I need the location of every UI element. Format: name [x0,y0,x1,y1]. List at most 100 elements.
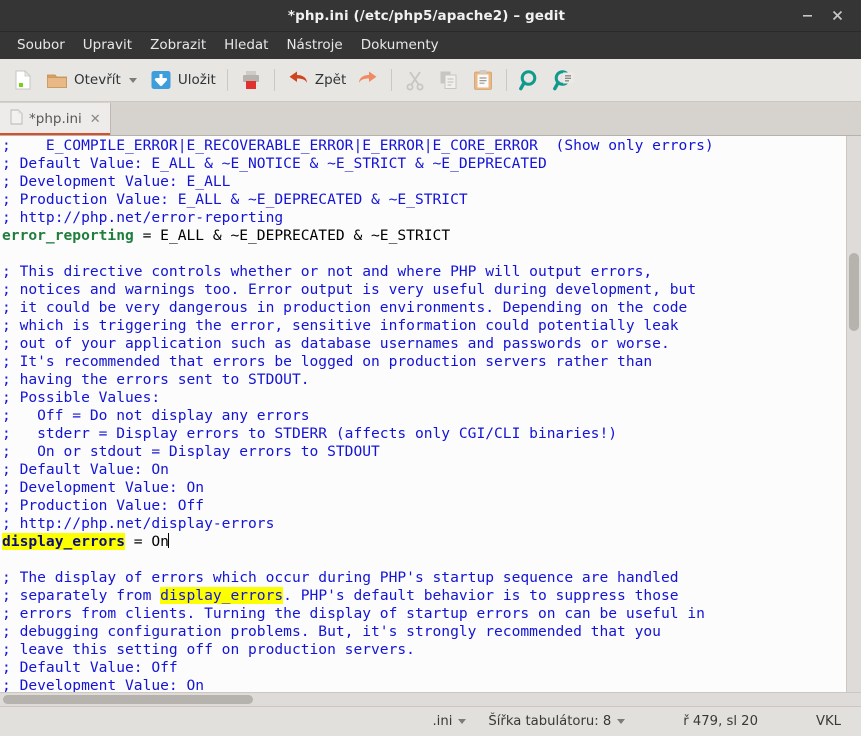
window-title: *php.ini (/etc/php5/apache2) – gedit [0,8,793,24]
save-button-label: Uložit [178,72,216,88]
redo-button[interactable] [351,64,385,96]
highlighted-text: display_errors [2,533,125,550]
code-line: ; On or stdout = Display errors to STDOU… [2,443,846,461]
toolbar-separator-3 [391,69,392,91]
code-text: ; Off = Do not display any errors [2,407,310,424]
gedit-window: *php.ini (/etc/php5/apache2) – gedit Sou… [0,0,861,736]
menu-hledat[interactable]: Hledat [215,34,277,57]
code-text: ; The display of errors which occur duri… [2,569,679,586]
code-line: ; leave this setting off on production s… [2,641,846,659]
code-line: ; it could be very dangerous in producti… [2,299,846,317]
code-line: ; which is triggering the error, sensiti… [2,317,846,335]
highlighted-text: display_errors [160,587,283,604]
open-button-label: Otevřít [74,72,121,88]
chevron-down-icon[interactable] [458,719,466,724]
new-document-button[interactable] [6,64,40,96]
tab-php-ini[interactable]: *php.ini ✕ [0,103,111,135]
chevron-down-icon[interactable] [129,78,137,83]
code-text: ; Default Value: Off [2,659,178,676]
code-line: ; It's recommended that errors be logged… [2,353,846,371]
horizontal-scrollbar-thumb[interactable] [3,695,253,704]
save-icon [149,68,173,92]
code-line [2,245,846,263]
code-text: ; having the errors sent to STDOUT. [2,371,310,388]
code-text: ; which is triggering the error, sensiti… [2,317,679,334]
print-button[interactable] [234,64,268,96]
cursor-position: ř 479, sl 20 [677,712,764,731]
copy-icon [437,68,461,92]
menu-upravit[interactable]: Upravit [74,34,141,57]
code-text: ; errors from clients. Turning the displ… [2,605,705,622]
code-text: ; Development Value: On [2,677,204,692]
tab-width-label: Šířka tabulátoru: 8 [488,714,611,729]
code-line [2,551,846,569]
tab-bar: *php.ini ✕ [0,102,861,136]
horizontal-scrollbar[interactable] [0,692,861,706]
code-line: error_reporting = E_ALL & ~E_DEPRECATED … [2,227,846,245]
menu-nastroje[interactable]: Nástroje [277,34,351,57]
tab-width-selector[interactable]: Šířka tabulátoru: 8 [482,712,631,731]
code-line: ; This directive controls whether or not… [2,263,846,281]
undo-arrow-icon [286,68,310,92]
code-text: ; leave this setting off on production s… [2,641,415,658]
toolbar-separator-1 [227,69,228,91]
scissors-icon [403,68,427,92]
code-text: ; On or stdout = Display errors to STDOU… [2,443,380,460]
paste-button[interactable] [466,64,500,96]
vertical-scrollbar-thumb[interactable] [849,253,859,331]
code-line: ; E_COMPILE_ERROR|E_RECOVERABLE_ERROR|E_… [2,137,846,155]
code-line: ; out of your application such as databa… [2,335,846,353]
vertical-scrollbar[interactable] [846,136,861,692]
code-text: ; Default Value: On [2,461,169,478]
open-button[interactable]: Otevřít [40,64,144,96]
code-text: = E_ALL & ~E_DEPRECATED & ~E_STRICT [134,227,450,244]
copy-button[interactable] [432,64,466,96]
close-icon[interactable] [823,3,851,29]
code-line: ; Development Value: On [2,479,846,497]
minimize-icon[interactable] [793,3,821,29]
menu-soubor[interactable]: Soubor [8,34,74,57]
code-text: ; http://php.net/error-reporting [2,209,283,226]
text-editor[interactable]: ; E_COMPILE_ERROR|E_RECOVERABLE_ERROR|E_… [0,136,846,692]
code-text: ; separately from [2,587,160,604]
code-line: ; Default Value: E_ALL & ~E_NOTICE & ~E_… [2,155,846,173]
code-text: ; Development Value: On [2,479,204,496]
code-line: ; separately from display_errors. PHP's … [2,587,846,605]
code-line: ; The display of errors which occur duri… [2,569,846,587]
code-text: ; Production Value: Off [2,497,204,514]
code-text: ; it could be very dangerous in producti… [2,299,687,316]
language-selector[interactable]: .ini [426,712,472,731]
menu-dokumenty[interactable]: Dokumenty [352,34,448,57]
code-line: display_errors = On [2,533,846,551]
find-button[interactable] [513,64,547,96]
menu-zobrazit[interactable]: Zobrazit [141,34,215,57]
code-line: ; having the errors sent to STDOUT. [2,371,846,389]
chevron-down-icon[interactable] [617,719,625,724]
code-text: ; Development Value: E_ALL [2,173,230,190]
document-icon [10,109,23,129]
cut-button[interactable] [398,64,432,96]
code-line: ; Production Value: E_ALL & ~E_DEPRECATE… [2,191,846,209]
text-cursor [168,533,169,548]
toolbar-separator-4 [506,69,507,91]
code-line: ; http://php.net/error-reporting [2,209,846,227]
source-code[interactable]: ; E_COMPILE_ERROR|E_RECOVERABLE_ERROR|E_… [0,136,846,692]
save-button[interactable]: Uložit [144,64,221,96]
code-line: ; Possible Values: [2,389,846,407]
tab-close-icon[interactable]: ✕ [90,113,101,126]
printer-icon [239,68,263,92]
new-document-icon [11,68,35,92]
find-replace-icon [552,68,576,92]
window-controls [793,3,861,29]
code-line: ; notices and warnings too. Error output… [2,281,846,299]
clipboard-paste-icon [471,68,495,92]
editor-area: ; E_COMPILE_ERROR|E_RECOVERABLE_ERROR|E_… [0,136,861,692]
toolbar: Otevřít Uložit [0,59,861,102]
code-text: ; It's recommended that errors be logged… [2,353,652,370]
code-text: ; This directive controls whether or not… [2,263,652,280]
tab-bar-empty-area [111,102,861,135]
code-text: ; out of your application such as databa… [2,335,670,352]
undo-button[interactable]: Zpět [281,64,351,96]
code-text: ; http://php.net/display-errors [2,515,274,532]
replace-button[interactable] [547,64,581,96]
